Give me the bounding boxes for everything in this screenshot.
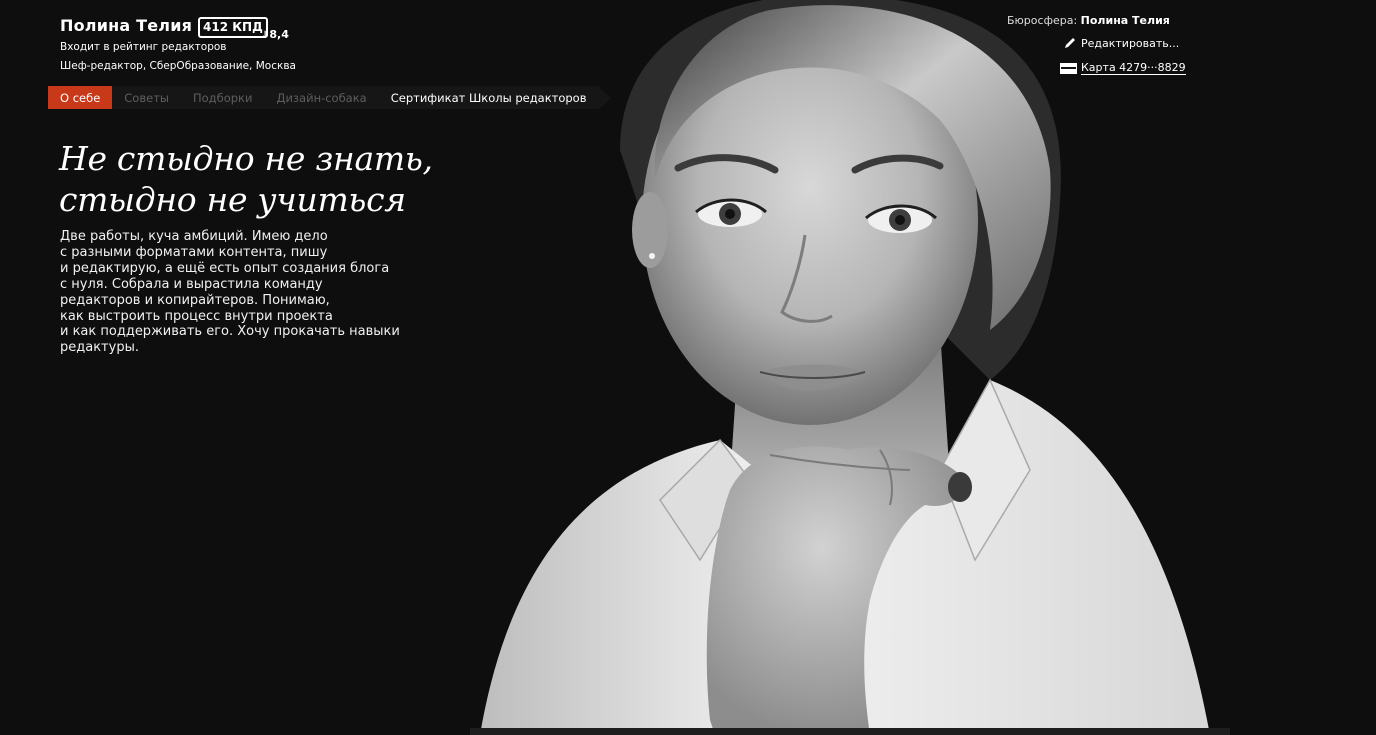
profile-name[interactable]: Полина Телия <box>60 16 192 35</box>
rating-note[interactable]: Входит в рейтинг редакторов <box>60 41 227 53</box>
bureau-label: Бюросфера: <box>1007 14 1078 27</box>
card-link[interactable]: Карта 4279···8829 <box>1060 61 1186 75</box>
card-icon <box>1060 62 1077 74</box>
headline-line-2: стыдно не учиться <box>59 180 406 219</box>
bio-text: Две работы, куча амбиций. Имею дело с ра… <box>60 229 410 356</box>
kpd-badge[interactable]: 412 КПД <box>198 17 268 38</box>
tab-certificate[interactable]: Сертификат Школы редакторов <box>379 86 599 109</box>
bureau-user[interactable]: Полина Телия <box>1081 14 1170 27</box>
bio-line: как выстроить процесс внутри проекта <box>60 308 333 324</box>
kpd-delta: ↓8,4 <box>261 28 289 41</box>
bio-line: редакторов и копирайтеров. Понимаю, <box>60 292 330 308</box>
tab-about[interactable]: О себе <box>48 86 113 109</box>
tab-design-dog[interactable]: Дизайн-собака <box>264 86 378 109</box>
bio-line: и редактирую, а ещё есть опыт создания б… <box>60 260 390 276</box>
tab-collections[interactable]: Подборки <box>181 86 264 109</box>
bio-line: с разными форматами контента, пишу <box>60 244 328 260</box>
edit-link[interactable]: Редактировать... <box>1063 36 1179 50</box>
card-label[interactable]: Карта 4279···8829 <box>1081 61 1186 75</box>
bio-line: Две работы, куча амбиций. Имею дело <box>60 229 328 244</box>
bureau-account: Бюросфера: Полина Телия <box>1007 14 1170 27</box>
headline: Не стыдно не знать, стыдно не учиться <box>59 138 519 220</box>
portrait-photo <box>470 0 1230 735</box>
profile-tabs: О себе Советы Подборки Дизайн-собака Сер… <box>48 86 611 109</box>
bio-line: редактуры. <box>60 340 139 356</box>
bio-line: и как поддерживать его. Хочу прокачать н… <box>60 324 400 340</box>
pencil-icon <box>1065 38 1075 48</box>
headline-line-1: Не стыдно не знать, <box>59 139 433 178</box>
job-title: Шеф-редактор, СберОбразование, Москва <box>60 60 296 72</box>
bio-line: с нуля. Собрала и вырастила команду <box>60 276 323 292</box>
tab-tips[interactable]: Советы <box>112 86 181 109</box>
profile-page: Полина Телия 412 КПД ↓8,4 Входит в рейти… <box>0 0 1376 735</box>
kpd-delta-value: 8,4 <box>269 28 289 41</box>
edit-label[interactable]: Редактировать... <box>1081 37 1179 50</box>
tabs-arrow-tail <box>598 86 611 109</box>
